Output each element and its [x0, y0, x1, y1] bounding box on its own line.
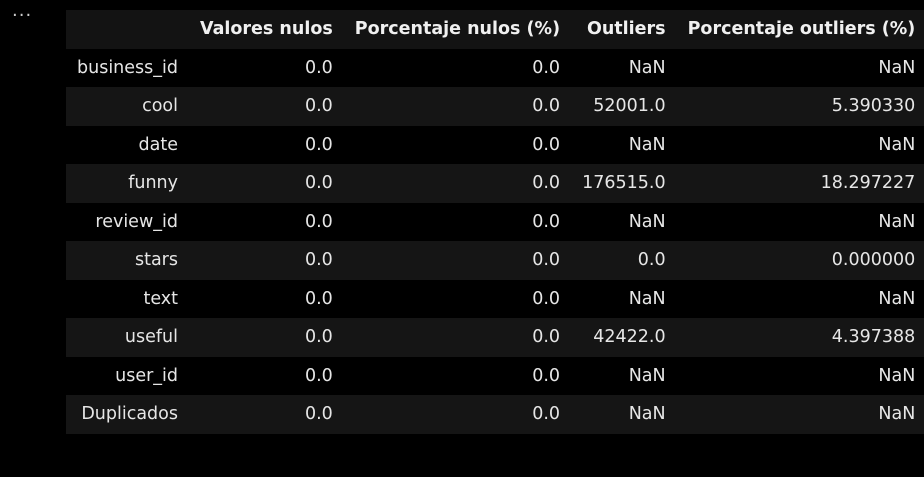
cell-porcentaje-nulos: 0.0 — [532, 134, 561, 155]
header-row: Valores nulos Porcentaje nulos (%) Outli… — [66, 10, 924, 49]
cell-porcentaje-outliers: NaN — [878, 365, 916, 386]
cell-porcentaje-outliers: 0.000000 — [831, 250, 916, 271]
cell-outliers: 52001.0 — [593, 96, 666, 117]
cell-porcentaje-nulos: 0.0 — [532, 211, 561, 232]
column-header-outliers: Outliers — [586, 19, 666, 40]
cell-outliers: 0.0 — [637, 250, 666, 271]
row-index-label: useful — [124, 327, 178, 348]
cell-porcentaje-nulos: 0.0 — [532, 250, 561, 271]
column-header-valores-nulos: Valores nulos — [200, 19, 333, 40]
table-row: business_id 0.0 0.0 NaN NaN — [66, 48, 924, 87]
table-row: user_id 0.0 0.0 NaN NaN — [66, 356, 924, 395]
column-header-index — [66, 10, 189, 49]
table-row: review_id 0.0 0.0 NaN NaN — [66, 202, 924, 241]
cell-outliers: 42422.0 — [593, 327, 666, 348]
row-index-label: cool — [142, 96, 178, 117]
cell-outliers: NaN — [628, 365, 666, 386]
cell-porcentaje-outliers: NaN — [878, 211, 916, 232]
cell-porcentaje-outliers: 5.390330 — [831, 96, 916, 117]
cell-outliers: NaN — [628, 134, 666, 155]
cell-porcentaje-outliers: NaN — [878, 404, 916, 425]
cell-porcentaje-outliers: 4.397388 — [831, 327, 916, 348]
row-index-label: stars — [134, 250, 178, 271]
cell-porcentaje-nulos: 0.0 — [532, 288, 561, 309]
cell-valores-nulos: 0.0 — [304, 327, 333, 348]
cell-valores-nulos: 0.0 — [304, 404, 333, 425]
row-index-label: date — [138, 134, 178, 155]
row-index-label: text — [143, 288, 178, 309]
cell-porcentaje-nulos: 0.0 — [532, 404, 561, 425]
cell-valores-nulos: 0.0 — [304, 250, 333, 271]
cell-porcentaje-nulos: 0.0 — [532, 57, 561, 78]
table-body: business_id 0.0 0.0 NaN NaN cool 0.0 0.0… — [66, 48, 924, 434]
table-row: useful 0.0 0.0 42422.0 4.397388 — [66, 318, 924, 357]
row-index-label: business_id — [77, 57, 178, 78]
row-index-label: user_id — [115, 365, 178, 386]
cell-valores-nulos: 0.0 — [304, 96, 333, 117]
cell-valores-nulos: 0.0 — [304, 365, 333, 386]
column-header-porcentaje-nulos: Porcentaje nulos (%) — [354, 19, 561, 40]
cell-porcentaje-nulos: 0.0 — [532, 173, 561, 194]
column-header-porcentaje-outliers: Porcentaje outliers (%) — [687, 19, 916, 40]
dataframe-table: Valores nulos Porcentaje nulos (%) Outli… — [66, 10, 924, 434]
output-collapse-ellipsis[interactable]: ··· — [12, 6, 32, 26]
cell-outliers: NaN — [628, 288, 666, 309]
cell-porcentaje-outliers: 18.297227 — [820, 173, 916, 194]
cell-porcentaje-outliers: NaN — [878, 288, 916, 309]
cell-outliers: NaN — [628, 57, 666, 78]
cell-valores-nulos: 0.0 — [304, 57, 333, 78]
table-header: Valores nulos Porcentaje nulos (%) Outli… — [66, 10, 924, 49]
table-row: date 0.0 0.0 NaN NaN — [66, 125, 924, 164]
table-row: cool 0.0 0.0 52001.0 5.390330 — [66, 87, 924, 126]
cell-porcentaje-outliers: NaN — [878, 57, 916, 78]
cell-valores-nulos: 0.0 — [304, 211, 333, 232]
cell-valores-nulos: 0.0 — [304, 288, 333, 309]
table-row: stars 0.0 0.0 0.0 0.000000 — [66, 241, 924, 280]
row-index-label: funny — [128, 173, 178, 194]
row-index-label: review_id — [95, 211, 178, 232]
table-row: Duplicados 0.0 0.0 NaN NaN — [66, 395, 924, 434]
cell-valores-nulos: 0.0 — [304, 173, 333, 194]
cell-outliers: NaN — [628, 211, 666, 232]
row-index-label: Duplicados — [81, 404, 178, 425]
cell-porcentaje-nulos: 0.0 — [532, 96, 561, 117]
cell-outliers: NaN — [628, 404, 666, 425]
table-row: text 0.0 0.0 NaN NaN — [66, 279, 924, 318]
cell-porcentaje-nulos: 0.0 — [532, 365, 561, 386]
cell-porcentaje-outliers: NaN — [878, 134, 916, 155]
cell-porcentaje-nulos: 0.0 — [532, 327, 561, 348]
cell-outliers: 176515.0 — [582, 173, 666, 194]
cell-valores-nulos: 0.0 — [304, 134, 333, 155]
table-row: funny 0.0 0.0 176515.0 18.297227 — [66, 164, 924, 203]
